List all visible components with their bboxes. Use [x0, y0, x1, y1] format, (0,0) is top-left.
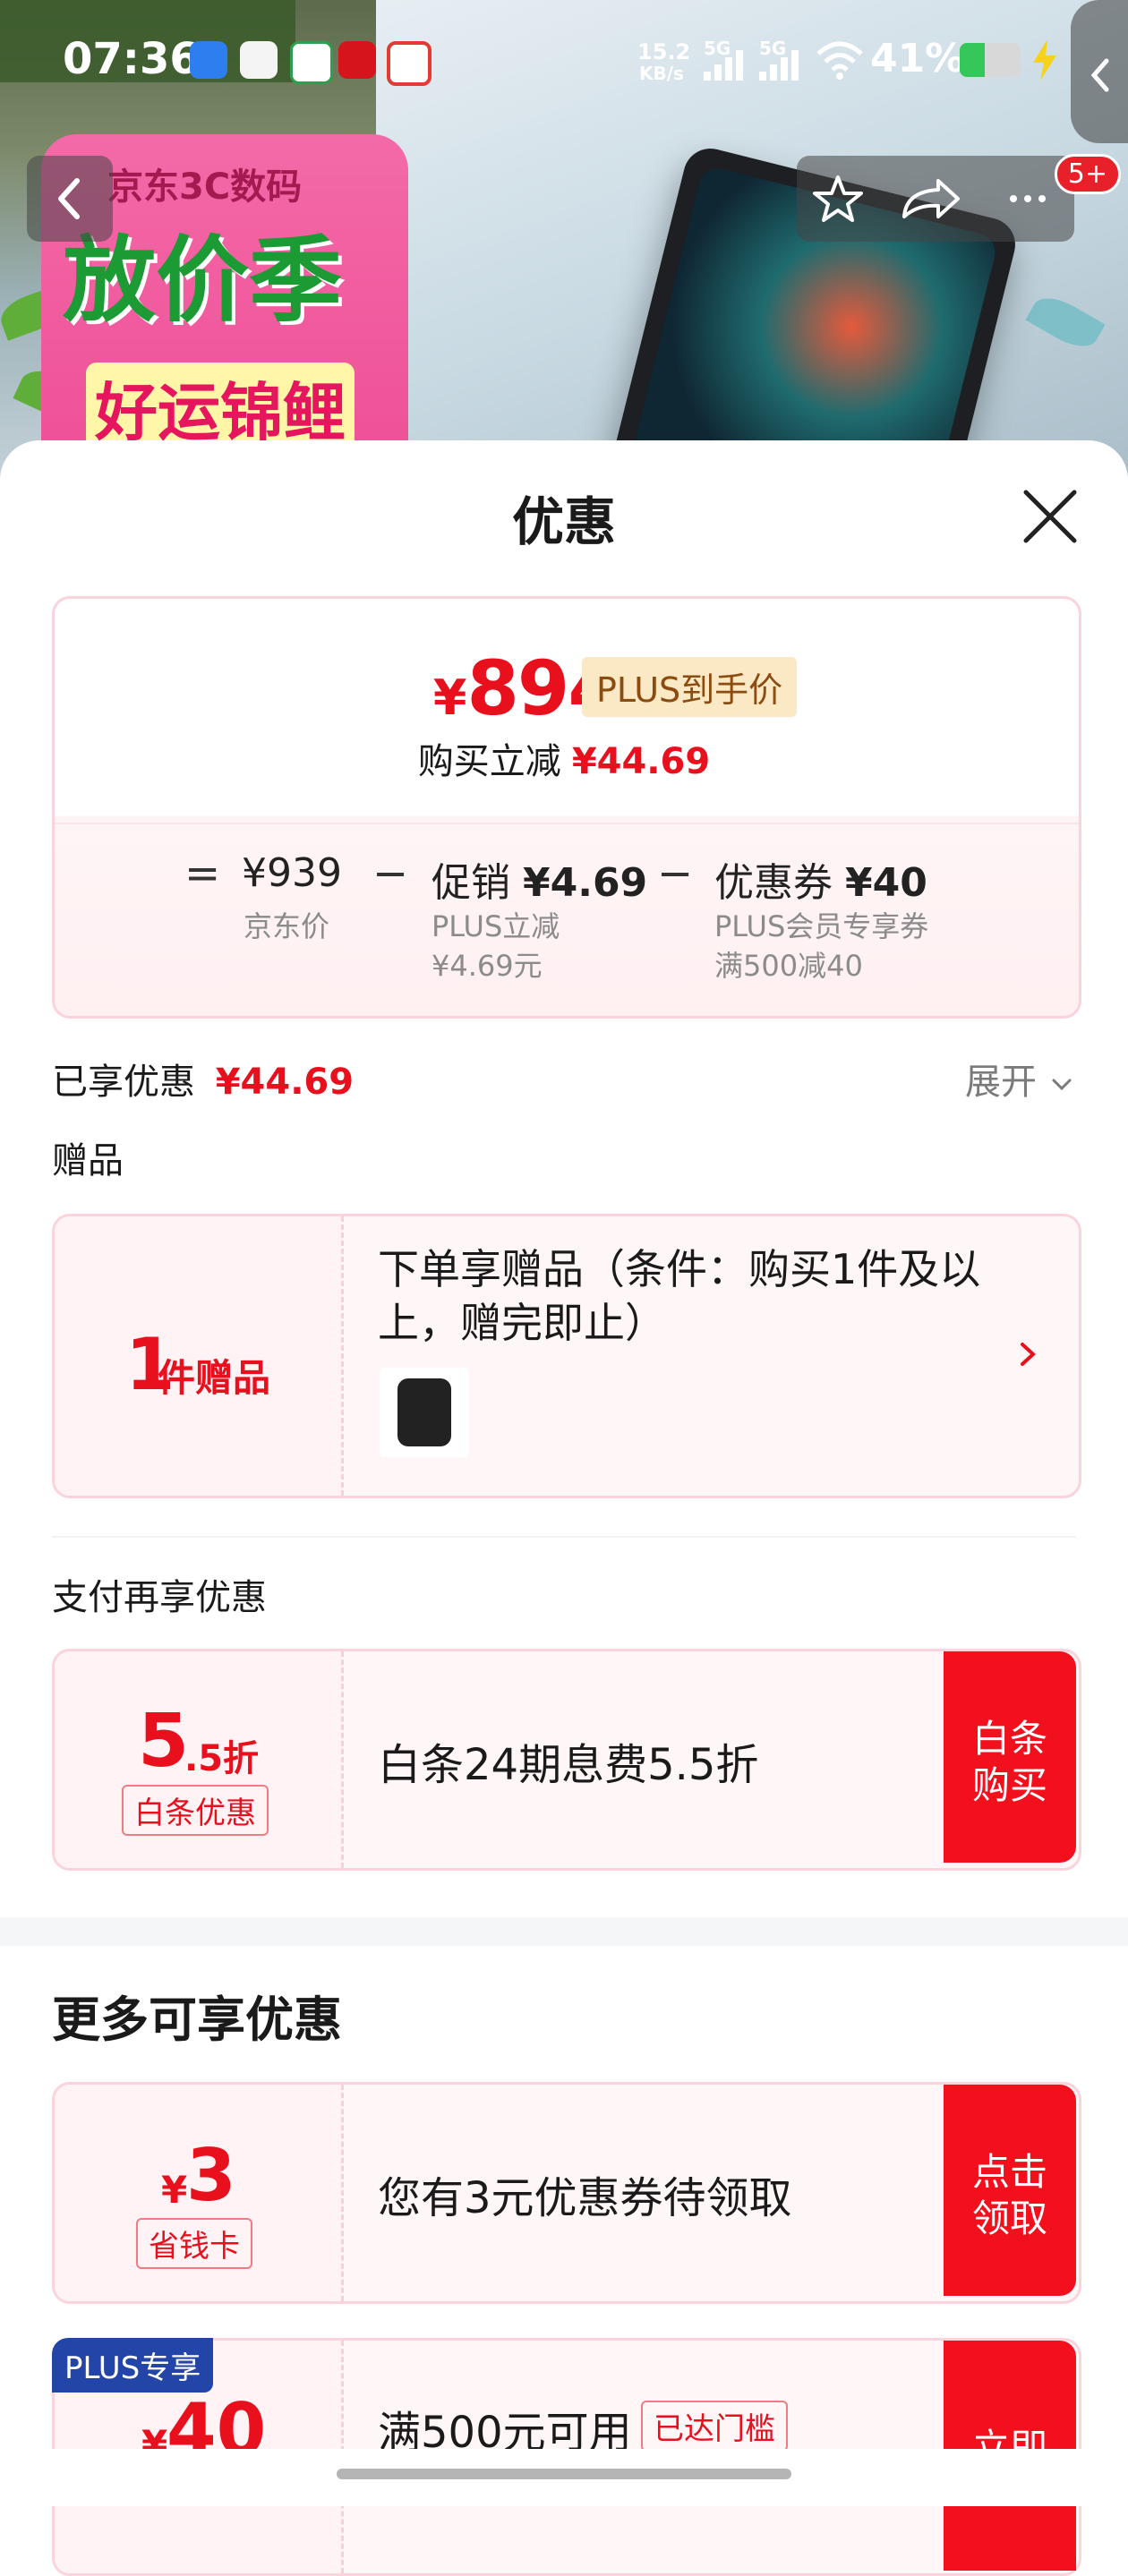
coupon-sub-2: 满500减40: [714, 949, 863, 983]
price-currency: ¥: [432, 670, 467, 726]
close-icon[interactable]: [1019, 485, 1081, 548]
battery-icon: [960, 43, 1021, 77]
enjoyed-value: ¥44.69: [215, 1062, 355, 1103]
status-bar: 07:36 15.2 KB/s 5G 5G 41%: [0, 0, 1128, 143]
more-discounts-title: 更多可享优惠: [52, 1992, 342, 2048]
chevron-right-icon[interactable]: [1015, 1339, 1040, 1369]
battery-percent: 41%: [870, 36, 965, 81]
favorite-icon[interactable]: [813, 175, 863, 222]
gift-unit: 件赠品: [158, 1356, 271, 1400]
pay-section-title: 支付再享优惠: [52, 1577, 267, 1618]
original-price: ¥939: [242, 850, 342, 896]
divider: [55, 823, 1079, 824]
hero-action-group: [797, 156, 1074, 242]
gift-description: 下单享赠品（条件：购买1件及以上，赠完即止）: [378, 1245, 981, 1347]
plus-exclusive-badge: PLUS专享: [52, 2338, 214, 2393]
back-icon: [58, 178, 80, 219]
wifi-icon: [816, 41, 863, 80]
net-speed-value: 15.2: [637, 39, 691, 64]
app-notification-icon: [190, 41, 227, 79]
coupon-currency: ¥: [161, 2168, 188, 2212]
plus-price-tag: PLUS到手价: [582, 657, 798, 717]
charging-icon: [1033, 39, 1056, 81]
app-notification-icon: [338, 41, 376, 79]
enjoyed-discount: 已享优惠 ¥44.69: [52, 1053, 354, 1105]
coupon-sub-1: PLUS会员专享券: [714, 909, 929, 943]
expand-label: 展开: [965, 1062, 1037, 1103]
baitiao-text: 白条24期息费5.5折: [378, 1740, 759, 1790]
enjoyed-label: 已享优惠: [52, 1062, 195, 1103]
claim-coupon-label: 点击领取: [971, 2150, 1047, 2240]
signal-icon: [759, 50, 799, 81]
gift-section-title: 赠品: [52, 1140, 124, 1181]
more-icon[interactable]: [1010, 195, 1046, 202]
status-time: 07:36: [63, 34, 200, 84]
chevron-down-icon: [1052, 1079, 1072, 1091]
purchase-reduction: 购买立减 ¥44.69: [0, 732, 1128, 784]
reduction-value: ¥44.69: [571, 741, 711, 782]
promo-sub-2: ¥4.69元: [432, 949, 543, 983]
home-indicator[interactable]: [337, 2469, 791, 2479]
app-notification-icon: [387, 41, 432, 86]
coupon-value: ¥40: [845, 860, 927, 906]
baitiao-buy-label: 白条购买: [971, 1717, 1047, 1807]
coupon-amount: 3: [186, 2134, 236, 2217]
section-separator: [0, 1917, 1128, 1946]
chevron-left-icon: [1090, 58, 1109, 92]
promo-item: 促销 ¥4.69: [432, 850, 647, 908]
side-panel-handle[interactable]: [1071, 0, 1128, 143]
gift-thumbnail: [380, 1368, 469, 1457]
discount-small: .5折: [184, 1738, 260, 1779]
claim-coupon-button[interactable]: 点击领取: [944, 2085, 1076, 2296]
threshold-reached-tag: 已达门槛: [641, 2401, 788, 2452]
net-speed-unit: KB/s: [639, 63, 684, 84]
promo-label: 促销: [432, 860, 510, 906]
savings-card-tag: 省钱卡: [136, 2218, 252, 2269]
back-button[interactable]: [27, 156, 113, 242]
baitiao-tag: 白条优惠: [122, 1785, 269, 1836]
coupon-label: 优惠券: [714, 860, 833, 906]
promo-value: ¥4.69: [523, 860, 648, 906]
promo-sub-1: PLUS立减: [432, 909, 560, 943]
sheet-title: 优惠: [511, 491, 616, 552]
coupon-text: 您有3元优惠券待领取: [378, 2173, 792, 2223]
coupon-item: 优惠券 ¥40: [714, 850, 927, 908]
reduction-label: 购买立减: [417, 741, 561, 782]
minus-sign: −: [657, 849, 694, 899]
divider: [52, 1536, 1076, 1538]
baitiao-buy-button[interactable]: 白条购买: [944, 1651, 1076, 1863]
expand-button[interactable]: 展开: [965, 1053, 1075, 1105]
notification-badge: 5+: [1054, 154, 1121, 194]
app-notification-icon: [240, 41, 278, 79]
discount-big: 5: [138, 1699, 190, 1784]
app-notification-icon: [290, 41, 333, 84]
minus-sign: −: [372, 849, 409, 899]
original-price-label: 京东价: [244, 909, 330, 943]
equals-sign: =: [184, 849, 221, 899]
share-icon[interactable]: [902, 179, 960, 218]
poster-line-3: 好运锦鲤: [86, 363, 355, 453]
poster-line-1: 京东3C数码: [107, 166, 303, 208]
signal-icon: [704, 50, 743, 81]
